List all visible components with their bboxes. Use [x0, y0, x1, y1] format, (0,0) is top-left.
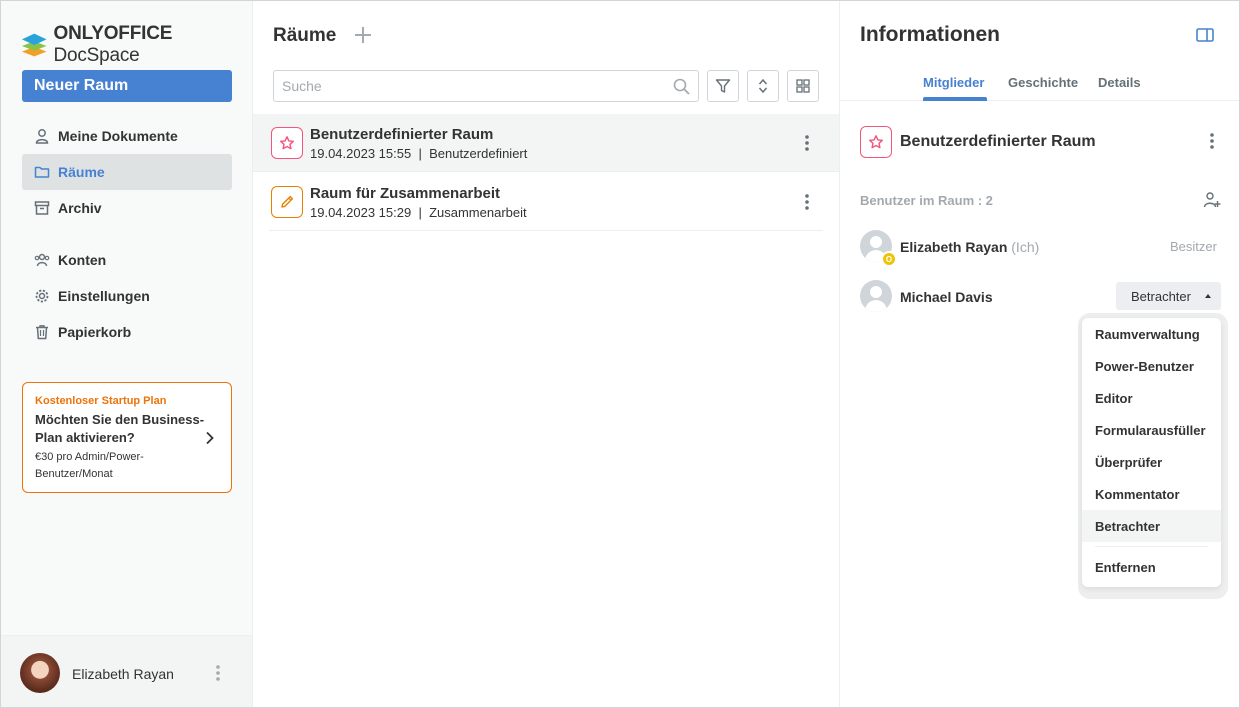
member-name: Michael Davis [900, 289, 993, 305]
room-name[interactable]: Benutzerdefinierter Raum [310, 126, 493, 143]
people-icon [34, 252, 50, 268]
room-row[interactable]: Benutzerdefinierter Raum 19.04.2023 15:5… [253, 114, 839, 172]
info-room-name: Benutzerdefinierter Raum [900, 133, 1096, 150]
dropdown-divider [1095, 546, 1208, 547]
filter-button[interactable] [707, 70, 739, 102]
more-vertical-icon[interactable] [1209, 132, 1215, 150]
filter-icon [715, 79, 731, 93]
sidebar-item-settings[interactable]: Einstellungen [22, 278, 232, 314]
search-icon[interactable] [673, 78, 690, 95]
sidebar-item-label: Konten [58, 252, 107, 268]
sidebar: ONLYOFFICE DocSpace Neuer Raum Meine Dok… [1, 1, 253, 707]
sidebar-item-label: Einstellungen [58, 288, 150, 304]
add-user-icon[interactable] [1203, 191, 1221, 209]
promo-header: Kostenloser Startup Plan [35, 395, 167, 407]
panel-toggle-icon[interactable] [1196, 28, 1214, 42]
active-tab-indicator [923, 97, 987, 101]
room-row[interactable]: Raum für Zusammenarbeit 19.04.2023 15:29… [269, 173, 823, 231]
more-vertical-icon[interactable] [804, 134, 810, 152]
sidebar-item-label: Meine Dokumente [58, 128, 178, 144]
profile-bar: Elizabeth Rayan [1, 635, 252, 707]
users-in-room-label: Benutzer im Raum : 2 [860, 193, 993, 208]
sidebar-item-accounts[interactable]: Konten [22, 242, 232, 278]
tab-history[interactable]: Geschichte [1008, 75, 1078, 90]
role-option-editor[interactable]: Editor [1082, 382, 1221, 414]
info-panel-title: Informationen [860, 23, 1000, 46]
sidebar-item-rooms[interactable]: Räume [22, 154, 232, 190]
role-option-commenter[interactable]: Kommentator [1082, 478, 1221, 510]
sidebar-item-trash[interactable]: Papierkorb [22, 314, 232, 350]
rooms-section: Räume Benutzerdefinierter Raum 19.04.202… [253, 1, 839, 707]
member-role: Besitzer [1170, 239, 1217, 254]
owner-badge: O [881, 251, 897, 267]
trash-icon [34, 324, 50, 340]
logo[interactable]: ONLYOFFICE DocSpace [21, 23, 252, 67]
search-input[interactable] [273, 70, 699, 102]
member-name: Elizabeth Rayan (Ich) [900, 239, 1040, 255]
tab-details[interactable]: Details [1098, 75, 1141, 90]
gear-icon [34, 288, 50, 304]
avatar [860, 280, 892, 312]
page-title: Räume [273, 25, 337, 46]
room-meta: 19.04.2023 15:55 | Benutzerdefiniert [310, 146, 528, 161]
info-tabs: Mitglieder Geschichte Details [840, 71, 1239, 101]
caret-up-icon [1205, 294, 1211, 298]
user-icon [34, 128, 50, 144]
sort-button[interactable] [747, 70, 779, 102]
docspace-logo-icon [21, 33, 47, 57]
more-vertical-icon[interactable] [804, 193, 810, 211]
sidebar-item-archive[interactable]: Archiv [22, 190, 232, 226]
pencil-icon [271, 186, 303, 218]
grid-icon [796, 79, 810, 93]
star-icon [860, 126, 892, 158]
sidebar-item-label: Papierkorb [58, 324, 132, 340]
role-option-form-filler[interactable]: Formularausfüller [1082, 414, 1221, 446]
sidebar-item-label: Räume [58, 164, 105, 180]
plus-icon[interactable] [353, 25, 373, 45]
more-vertical-icon[interactable] [215, 664, 221, 682]
role-option-remove[interactable]: Entfernen [1082, 551, 1221, 583]
profile-name: Elizabeth Rayan [72, 666, 174, 682]
sidebar-item-my-documents[interactable]: Meine Dokumente [22, 118, 232, 154]
room-meta: 19.04.2023 15:29 | Zusammenarbeit [310, 205, 527, 220]
app-window: ONLYOFFICE DocSpace Neuer Raum Meine Dok… [0, 0, 1240, 708]
view-toggle-button[interactable] [787, 70, 819, 102]
folder-icon [34, 164, 50, 180]
star-icon [271, 127, 303, 159]
room-name[interactable]: Raum für Zusammenarbeit [310, 185, 500, 202]
avatar[interactable] [20, 653, 60, 693]
role-option-power-user[interactable]: Power-Benutzer [1082, 350, 1221, 382]
sort-icon [758, 78, 768, 94]
promo-title: Möchten Sie den Business-Plan aktivieren… [35, 412, 205, 445]
role-select[interactable]: Betrachter [1116, 282, 1221, 310]
role-option-room-manager[interactable]: Raumverwaltung [1082, 318, 1221, 350]
logo-text: ONLYOFFICE DocSpace [53, 23, 173, 66]
promo-subtitle: €30 pro Admin/Power-Benutzer/Monat [35, 451, 144, 480]
chevron-right-icon [206, 431, 214, 445]
tab-members[interactable]: Mitglieder [923, 75, 984, 90]
startup-plan-banner[interactable]: Kostenloser Startup Plan Möchten Sie den… [22, 382, 232, 493]
role-option-reviewer[interactable]: Überprüfer [1082, 446, 1221, 478]
role-option-viewer[interactable]: Betrachter [1082, 510, 1221, 542]
new-room-button[interactable]: Neuer Raum [22, 70, 232, 102]
sidebar-item-label: Archiv [58, 200, 102, 216]
info-panel: Informationen Mitglieder Geschichte Deta… [839, 1, 1239, 707]
archive-icon [34, 200, 50, 216]
role-dropdown: Raumverwaltung Power-Benutzer Editor For… [1082, 318, 1221, 587]
